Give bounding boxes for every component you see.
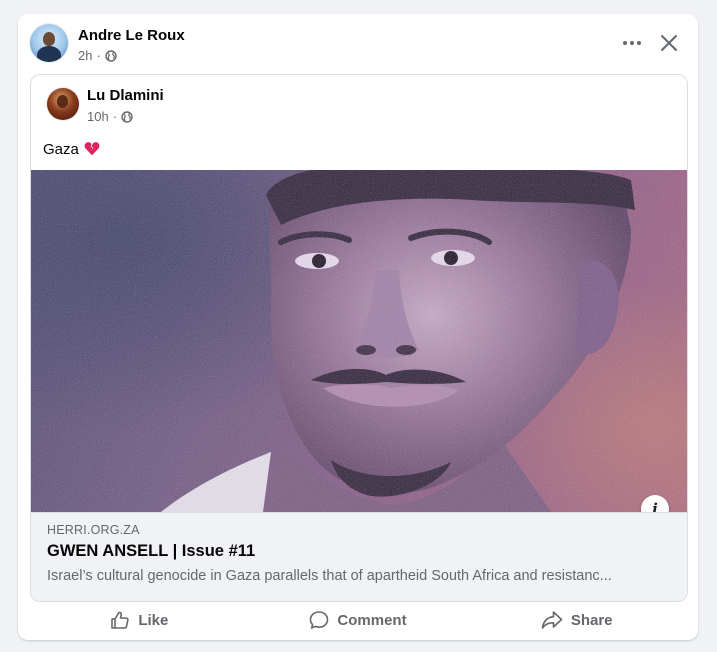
close-glyph (661, 35, 677, 51)
shared-post-meta: 10h · (87, 109, 133, 124)
comment-button[interactable]: Comment (249, 604, 468, 636)
link-domain: HERRI.ORG.ZA (47, 523, 140, 537)
post-meta: 2h · (78, 48, 117, 63)
post-text-content: Gaza (43, 141, 79, 158)
link-title[interactable]: GWEN ANSELL | Issue #11 (47, 542, 255, 561)
comment-bubble-icon (310, 611, 329, 629)
link-preview[interactable]: HERRI.ORG.ZA GWEN ANSELL | Issue #11 Isr… (31, 512, 687, 601)
broken-heart-emoji (80, 142, 100, 160)
author-avatar[interactable] (30, 24, 68, 62)
like-button[interactable]: Like (30, 604, 249, 636)
dot (637, 41, 641, 45)
more-options-icon[interactable] (612, 30, 652, 56)
post-timestamp[interactable]: 2h (78, 48, 92, 63)
shared-post[interactable]: Lu Dlamini 10h · Gaza i HERRI.ORG.ZA GWE… (30, 74, 688, 602)
link-description: Israel’s cultural genocide in Gaza paral… (47, 568, 612, 584)
shared-post-timestamp[interactable]: 10h (87, 109, 109, 124)
share-label: Share (570, 611, 613, 629)
globe-icon[interactable] (121, 110, 133, 123)
post-action-bar: Like Comment Share (30, 604, 686, 636)
avatar-face (57, 95, 68, 108)
post-author-name[interactable]: Andre Le Roux (78, 27, 185, 44)
meta-separator: · (112, 109, 118, 124)
share-button[interactable]: Share (467, 604, 686, 636)
close-icon[interactable] (654, 28, 684, 58)
shared-author-name[interactable]: Lu Dlamini (87, 87, 164, 104)
dot (623, 41, 627, 45)
globe-icon[interactable] (105, 49, 117, 62)
shared-author-avatar[interactable] (47, 88, 79, 120)
shared-post-text: Gaza (43, 139, 100, 158)
link-preview-image[interactable]: i (31, 170, 687, 512)
meta-separator: · (96, 48, 101, 63)
comment-label: Comment (337, 611, 407, 629)
portrait-illustration (31, 170, 687, 512)
feed-post: Andre Le Roux 2h · Lu Dlamini 10h · Gaza… (18, 14, 698, 640)
avatar-shirt (37, 46, 61, 62)
avatar-head (43, 32, 55, 46)
dot (630, 41, 634, 45)
thumbs-up-icon (111, 611, 129, 629)
like-label: Like (138, 611, 169, 629)
share-arrow-icon (541, 611, 563, 629)
